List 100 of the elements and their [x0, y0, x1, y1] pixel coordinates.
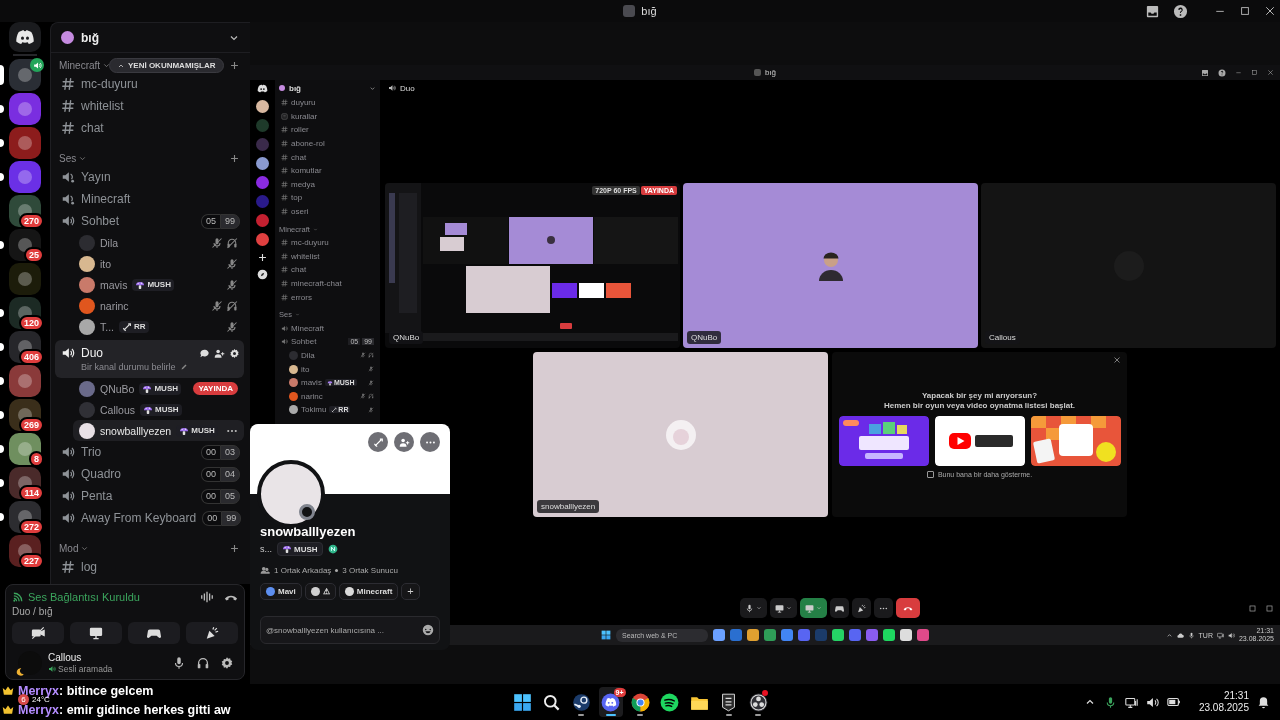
app-icon [849, 629, 861, 641]
channel-item[interactable]: Minecraft [55, 188, 244, 210]
channel-item[interactable]: Away From Keyboard 00 99 [55, 507, 244, 529]
headphones-icon[interactable] [196, 656, 210, 670]
mention-badge: 406 [18, 349, 44, 365]
channel-item: duyuru [279, 96, 376, 110]
mutual-friends[interactable]: 1 Ortak Arkadaş [274, 565, 332, 575]
mutual-servers[interactable]: 3 Ortak Sunucu [342, 565, 398, 575]
channel-item[interactable]: Penta 00 05 [55, 485, 244, 507]
screen-share-icon [805, 603, 814, 613]
mushroom-icon [282, 544, 292, 554]
category-label[interactable]: Minecraft [59, 59, 101, 71]
voice-user[interactable]: narinc [73, 295, 244, 316]
help-icon [1218, 68, 1226, 77]
network-icon[interactable] [1124, 695, 1138, 709]
maximize-icon[interactable] [1239, 5, 1251, 17]
channel-item[interactable]: whitelist [55, 95, 244, 117]
server-icon[interactable] [9, 59, 41, 91]
mention-badge: 120 [18, 315, 44, 331]
settings-icon[interactable] [229, 347, 240, 359]
channel-item[interactable]: Trio 00 03 [55, 441, 244, 463]
channel-item: abone-rol [279, 136, 376, 151]
server-header[interactable]: bığ [51, 23, 250, 53]
hang-up-button[interactable] [896, 598, 920, 618]
app-icon [764, 629, 776, 641]
connection-status[interactable]: Ses Bağlantısı Kuruldu [28, 591, 140, 603]
pencil-icon[interactable] [179, 363, 188, 371]
server-icon[interactable] [9, 433, 41, 465]
home-button[interactable] [9, 22, 41, 52]
chat-icon[interactable] [199, 347, 210, 359]
activity-button[interactable] [128, 622, 180, 644]
app-icon [713, 629, 725, 641]
channel-item[interactable]: log [55, 556, 244, 578]
channel-item[interactable]: mc-duyuru [55, 73, 244, 95]
user-limit: 99 [221, 510, 242, 526]
mushroom-icon [135, 279, 146, 290]
message-field[interactable]: @snowballlyezen kullanıcısına ... [260, 616, 440, 644]
help-icon[interactable] [1173, 3, 1188, 19]
user-count: 05 [200, 213, 220, 229]
screen-share-button[interactable] [770, 598, 797, 618]
inbox-icon[interactable] [1145, 3, 1160, 19]
microphone-icon[interactable] [172, 656, 186, 670]
channel-item[interactable]: Quadro 00 04 [55, 463, 244, 485]
notification-bell-icon[interactable] [1257, 695, 1270, 709]
emoji-icon[interactable] [422, 624, 434, 636]
plus-icon[interactable] [229, 59, 240, 71]
app-icon [900, 629, 912, 641]
channel-item: errors [279, 290, 376, 304]
profile-name: snowballlyezen [260, 524, 357, 539]
category-label[interactable]: Ses [59, 152, 77, 164]
soundboard-button[interactable] [186, 622, 238, 644]
tile-label: snowballlyezen [537, 500, 600, 513]
gamepad-button[interactable] [830, 598, 849, 618]
voice-user[interactable]: Callous MUSH [73, 399, 244, 420]
unread-pill[interactable]: YENİ OKUNMAMIŞLAR [109, 58, 224, 73]
activity-button[interactable] [800, 598, 827, 618]
role-pill[interactable]: Mavi [260, 583, 302, 600]
sword-icon [122, 321, 132, 332]
channel-item[interactable]: Yayın [55, 166, 244, 188]
speaker-icon [61, 511, 75, 525]
role-pill[interactable]: Minecraft [338, 583, 399, 600]
voice-user[interactable]: snowballlyezen MUSH [73, 420, 244, 441]
channel-item[interactable]: Sohbet 05 99 [55, 210, 244, 232]
battery-icon[interactable] [1166, 695, 1181, 709]
plus-icon[interactable] [229, 152, 240, 164]
tile-label: QNuBo [687, 331, 722, 344]
inbox-icon [1201, 68, 1209, 77]
close-icon[interactable] [1264, 5, 1276, 17]
screen-share-icon [89, 626, 103, 640]
add-role-button[interactable]: + [401, 583, 420, 600]
voice-user[interactable]: Dila [73, 232, 244, 253]
voice-user[interactable]: QNuBo MUSH YAYINDA [73, 378, 244, 399]
channel-status[interactable]: Bir kanal durumu belirle [81, 362, 176, 372]
add-friend-icon [398, 436, 410, 448]
microphone-button[interactable] [740, 598, 767, 618]
screen-share-button[interactable] [70, 622, 122, 644]
channel-item: roller [279, 123, 376, 137]
soundboard-button[interactable] [852, 598, 871, 618]
hash-icon [61, 121, 75, 135]
channel-item: chat [279, 150, 376, 164]
category-label[interactable]: Mod [59, 542, 79, 554]
voice-user[interactable]: ito [73, 253, 244, 274]
hash-icon [281, 266, 288, 274]
role-pill[interactable]: ⚠ [304, 583, 336, 600]
hash-icon [281, 208, 288, 216]
channel-item[interactable]: Duo Bir kanal durumu belirle [55, 340, 244, 378]
settings-icon[interactable] [220, 656, 234, 670]
channel-item[interactable]: chat [55, 117, 244, 139]
volume-icon[interactable] [1145, 695, 1159, 709]
camera-button[interactable] [12, 622, 64, 644]
user-status: Sesli aramada [58, 664, 113, 674]
add-people-icon[interactable] [214, 347, 225, 359]
plus-icon[interactable] [229, 542, 240, 554]
waveform-icon[interactable] [200, 590, 214, 604]
user-count: 00 [202, 510, 222, 526]
plus-icon [257, 252, 268, 263]
close-icon [1267, 68, 1274, 76]
voice-user[interactable]: T... RR [73, 316, 244, 337]
user-limit: 05 [220, 488, 240, 504]
voice-user[interactable]: mavis MUSH [73, 274, 244, 295]
